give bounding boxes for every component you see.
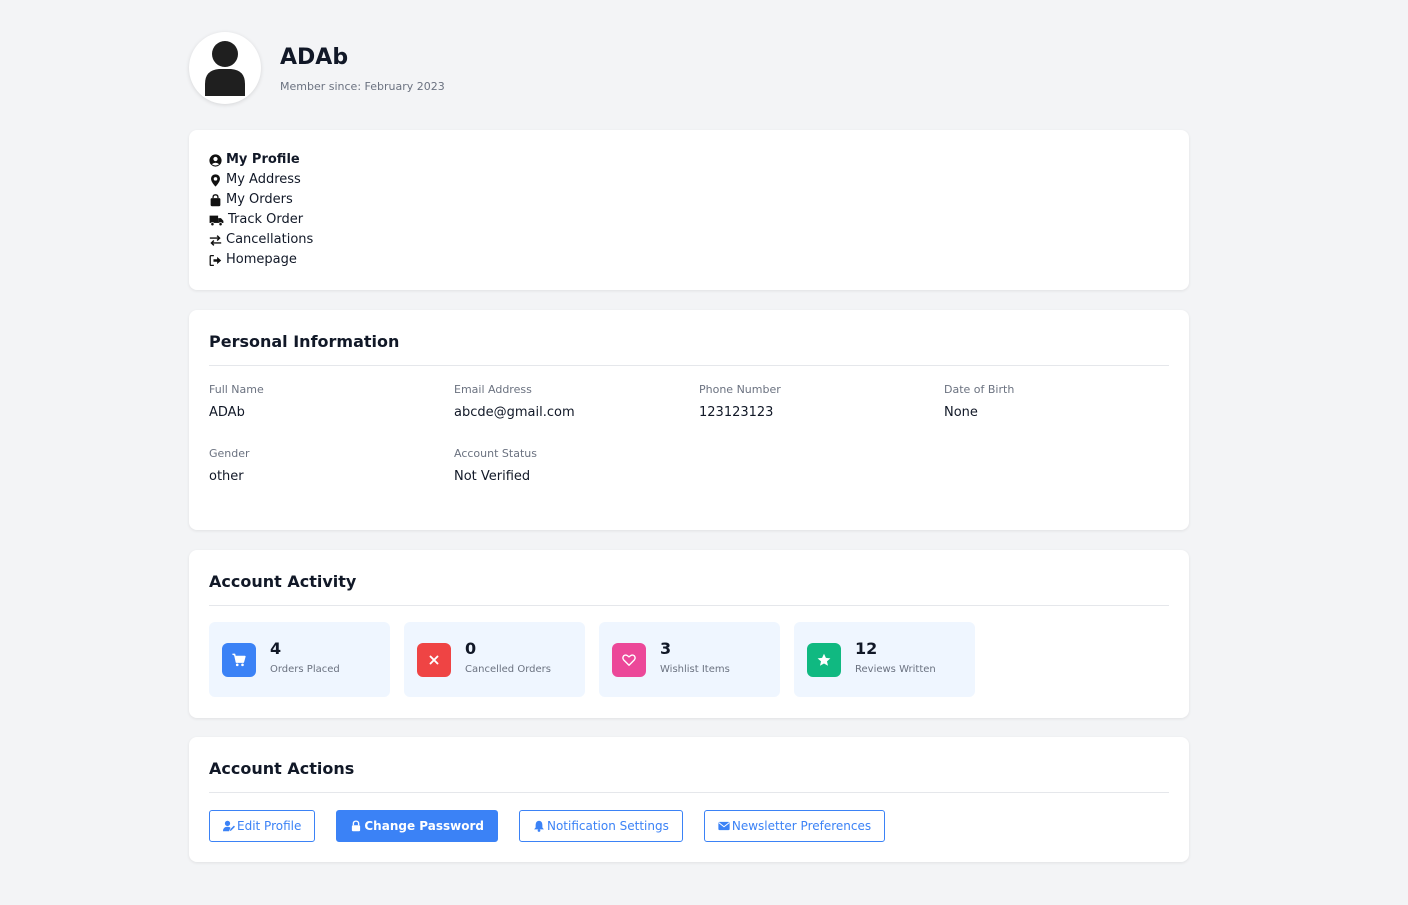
nav-label: Track Order xyxy=(228,212,304,227)
account-page: ADAb Member since: February 2023 My Prof… xyxy=(189,32,1189,862)
stat-label: Cancelled Orders xyxy=(465,664,551,675)
personal-info-card: Personal Information Full Name ADAb Emai… xyxy=(189,310,1189,530)
divider xyxy=(209,792,1169,793)
field-value: other xyxy=(209,469,244,484)
heart-icon xyxy=(622,653,636,666)
lock-icon xyxy=(352,820,361,832)
stat-label: Wishlist Items xyxy=(660,664,730,675)
field-label: Date of Birth xyxy=(944,383,1015,396)
stat-wishlist-items[interactable]: 3 Wishlist Items xyxy=(599,622,780,697)
divider xyxy=(209,605,1169,606)
activity-stats: 4 Orders Placed 0 Cancelled Orders 3 Wis… xyxy=(209,622,1169,697)
divider xyxy=(209,365,1169,366)
nav-item-my-profile[interactable]: My Profile xyxy=(209,150,1169,170)
stat-value: 0 xyxy=(465,639,477,658)
field-label: Phone Number xyxy=(699,383,781,396)
stat-icon-badge xyxy=(417,642,451,677)
x-icon xyxy=(429,655,439,664)
newsletter-preferences-button[interactable]: Newsletter Preferences xyxy=(703,810,886,842)
info-field-account-status: Account Status Not Verified xyxy=(454,446,699,486)
field-value: abcde@gmail.com xyxy=(454,405,575,420)
nav-label: Cancellations xyxy=(226,232,314,247)
stat-reviews-written[interactable]: 12 Reviews Written xyxy=(794,622,975,697)
nav-label: My Orders xyxy=(226,192,293,207)
button-label: Edit Profile xyxy=(237,819,302,833)
stat-orders-placed[interactable]: 4 Orders Placed xyxy=(209,622,390,697)
account-activity-card: Account Activity 4 Orders Placed 0 Cance… xyxy=(189,550,1189,718)
nav-label: Homepage xyxy=(226,252,297,267)
account-actions-card: Account Actions Edit Profile Change Pass… xyxy=(189,737,1189,862)
user-circle-icon xyxy=(209,153,222,167)
info-field-email: Email Address abcde@gmail.com xyxy=(454,382,699,422)
map-pin-icon xyxy=(211,173,220,187)
stat-icon-badge xyxy=(612,642,646,677)
exchange-icon xyxy=(209,234,222,246)
stat-label: Orders Placed xyxy=(270,664,340,675)
button-label: Notification Settings xyxy=(546,819,669,833)
field-label: Email Address xyxy=(454,383,532,396)
envelope-icon xyxy=(718,821,730,831)
change-password-button[interactable]: Change Password xyxy=(336,810,498,842)
cart-icon xyxy=(232,653,246,666)
account-nav: My Profile My Address My Orders Track Or… xyxy=(209,150,1169,270)
stat-icon-badge xyxy=(807,642,841,677)
button-label: Newsletter Preferences xyxy=(731,819,872,833)
nav-item-homepage[interactable]: Homepage xyxy=(209,250,1169,270)
stat-value: 4 xyxy=(270,639,282,658)
truck-icon xyxy=(209,215,224,226)
avatar xyxy=(189,32,261,104)
nav-label: My Address xyxy=(226,172,301,187)
stat-icon-badge xyxy=(222,642,256,677)
stat-cancelled-orders[interactable]: 0 Cancelled Orders xyxy=(404,622,585,697)
profile-header: ADAb Member since: February 2023 xyxy=(189,32,1189,104)
field-value: Not Verified xyxy=(454,469,531,484)
account-actions-title: Account Actions xyxy=(209,759,355,778)
nav-item-my-address[interactable]: My Address xyxy=(209,170,1169,190)
stat-value: 12 xyxy=(855,639,878,658)
user-avatar-icon xyxy=(205,41,245,96)
star-icon xyxy=(817,653,831,666)
field-value: None xyxy=(944,405,978,420)
field-label: Gender xyxy=(209,447,250,460)
nav-item-track-order[interactable]: Track Order xyxy=(209,210,1169,230)
field-value: ADAb xyxy=(209,405,245,420)
account-actions: Edit Profile Change Password Notificatio… xyxy=(209,810,1169,842)
shopping-bag-icon xyxy=(210,193,221,206)
nav-item-my-orders[interactable]: My Orders xyxy=(209,190,1169,210)
personal-info-grid: Full Name ADAb Email Address abcde@gmail… xyxy=(209,382,1169,486)
info-field-gender: Gender other xyxy=(209,446,454,486)
user-edit-icon xyxy=(223,820,235,832)
field-label: Full Name xyxy=(209,383,264,396)
notification-settings-button[interactable]: Notification Settings xyxy=(518,810,683,842)
stat-value: 3 xyxy=(660,639,672,658)
account-nav-card: My Profile My Address My Orders Track Or… xyxy=(189,130,1189,290)
button-label: Change Password xyxy=(364,819,484,833)
sign-out-icon xyxy=(209,254,222,266)
info-field-full-name: Full Name ADAb xyxy=(209,382,454,422)
account-activity-title: Account Activity xyxy=(209,572,357,591)
user-name: ADAb xyxy=(280,44,349,70)
nav-label: My Profile xyxy=(226,152,300,167)
stat-label: Reviews Written xyxy=(855,664,936,675)
personal-info-title: Personal Information xyxy=(209,332,400,351)
field-value: 123123123 xyxy=(699,405,774,420)
info-field-dob: Date of Birth None xyxy=(944,382,1189,422)
member-since: Member since: February 2023 xyxy=(280,79,445,93)
bell-icon xyxy=(534,820,544,832)
info-field-phone: Phone Number 123123123 xyxy=(699,382,944,422)
edit-profile-button[interactable]: Edit Profile xyxy=(209,810,316,842)
field-label: Account Status xyxy=(454,447,537,460)
nav-item-cancellations[interactable]: Cancellations xyxy=(209,230,1169,250)
